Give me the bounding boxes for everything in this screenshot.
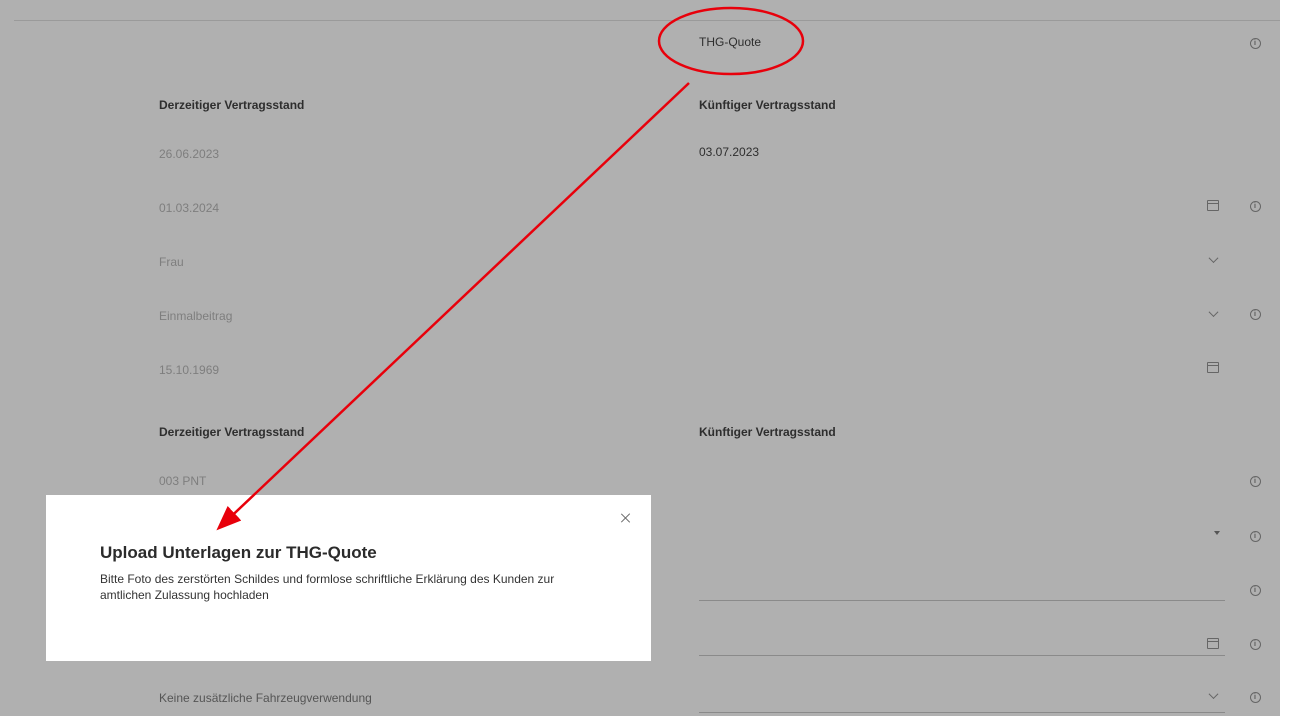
payment-value: Einmalbeitrag: [159, 309, 233, 323]
dialog-title: Upload Unterlagen zur THG-Quote: [100, 543, 377, 562]
current-contract-header: Derzeitiger Vertragsstand: [159, 98, 305, 112]
calendar-icon[interactable]: [1206, 636, 1220, 650]
current-contract-header-2: Derzeitiger Vertragsstand: [159, 425, 305, 439]
vehicle-use-value: Keine zusätzliche Fahrzeugverwendung: [159, 691, 372, 705]
info-icon[interactable]: i: [1248, 36, 1262, 50]
dialog-description: Bitte Foto des zerstörten Schildes und f…: [100, 572, 555, 602]
date-input-underline[interactable]: [699, 655, 1225, 656]
chevron-down-icon[interactable]: [1206, 688, 1220, 702]
future-contract-date: 03.07.2023: [699, 145, 760, 159]
plate-code-value: 003 PNT: [159, 474, 207, 488]
salutation-value: Frau: [159, 255, 184, 269]
calendar-icon[interactable]: [1206, 198, 1220, 212]
start-date-value: 01.03.2024: [159, 201, 220, 215]
caret-down-icon[interactable]: [1210, 526, 1224, 540]
birth-date-value: 15.10.1969: [159, 363, 220, 377]
upload-dialog: Upload Unterlagen zur THG-Quote Bitte Fo…: [46, 495, 651, 661]
current-contract-date: 26.06.2023: [159, 147, 220, 161]
chevron-down-icon[interactable]: [1206, 252, 1220, 266]
calendar-icon[interactable]: [1206, 360, 1220, 374]
info-icon[interactable]: i: [1248, 690, 1262, 704]
info-icon[interactable]: i: [1248, 474, 1262, 488]
info-icon[interactable]: i: [1248, 307, 1262, 321]
info-icon[interactable]: i: [1248, 637, 1262, 651]
info-icon[interactable]: i: [1248, 529, 1262, 543]
select-underline[interactable]: [699, 712, 1225, 713]
chevron-down-icon[interactable]: [1206, 306, 1220, 320]
section-label-thg-quote: THG-Quote: [699, 35, 762, 49]
info-icon[interactable]: i: [1248, 199, 1262, 213]
future-contract-header-2: Künftiger Vertragsstand: [699, 425, 836, 439]
close-icon[interactable]: [618, 510, 634, 526]
divider: [14, 20, 1280, 21]
future-contract-header: Künftiger Vertragsstand: [699, 98, 836, 112]
info-icon[interactable]: i: [1248, 583, 1262, 597]
input-underline[interactable]: [699, 600, 1225, 601]
